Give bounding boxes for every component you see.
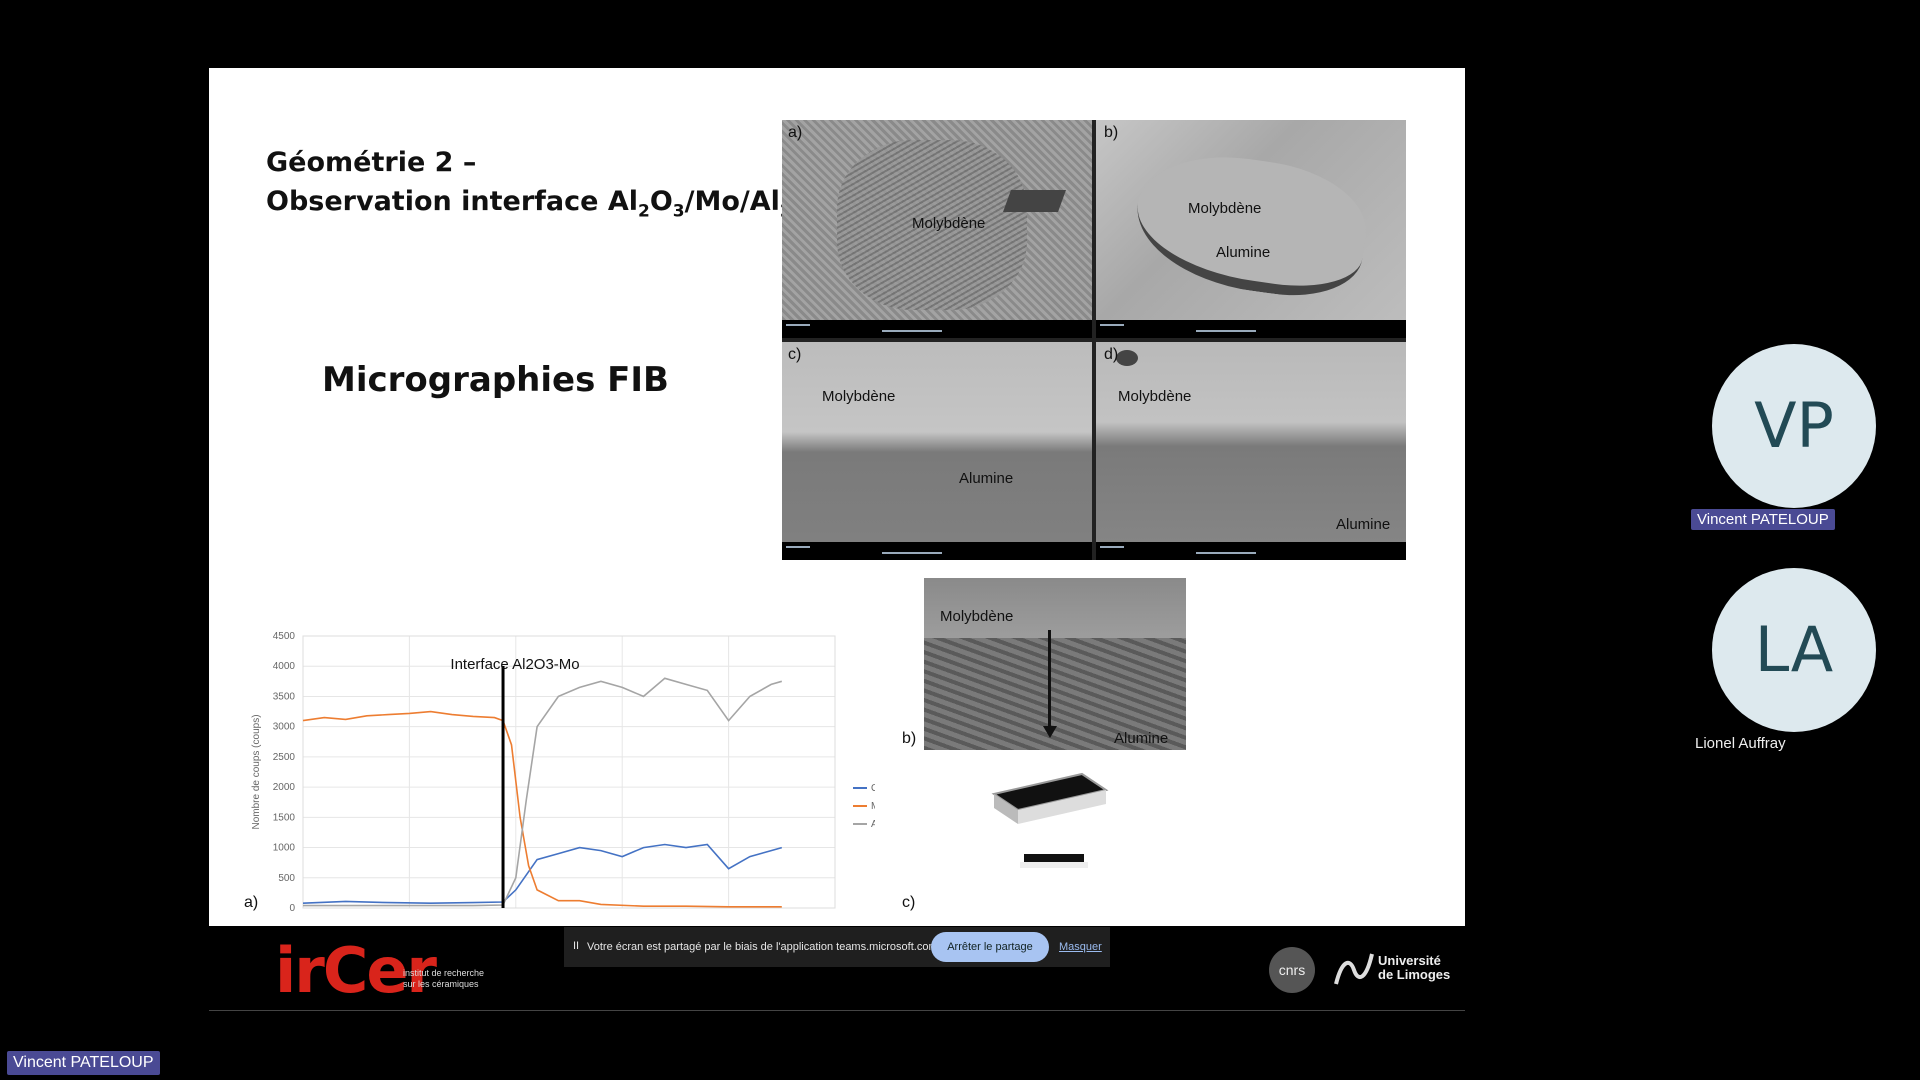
y-tick-label: 3500 — [273, 691, 296, 702]
micrograph-c: c) Molybdène Alumine — [782, 342, 1092, 560]
presenter-name-tag: Vincent PATELOUP — [7, 1051, 160, 1075]
sample-panel-label: c) — [902, 894, 916, 911]
y-tick-label: 1000 — [273, 843, 296, 854]
sem-bottom-text: Alumine — [1114, 730, 1169, 747]
micrograph-text: Alumine — [1336, 516, 1391, 533]
chart-panel-label: a) — [244, 894, 259, 911]
unilim-mark-icon — [1334, 953, 1374, 985]
ircer-subtitle: institut de recherche sur les céramiques — [403, 968, 485, 989]
pause-icon[interactable]: II — [573, 940, 579, 952]
micrograph-text: Molybdène — [822, 388, 896, 405]
sem-cross-section: Molybdène Alumine — [924, 578, 1186, 750]
micrograph-text: Molybdène — [1118, 388, 1192, 405]
y-axis-label: Nombre de coups (coups) — [251, 714, 262, 829]
y-tick-label: 4000 — [273, 661, 296, 672]
title-line2: Observation interface Al2O3/Mo/Al2O3 — [266, 186, 827, 222]
slide-subtitle: Micrographies FIB — [322, 360, 669, 400]
cnrs-logo: cnrs — [1269, 947, 1315, 993]
micrograph-text: Alumine — [1216, 244, 1271, 261]
profile-chart: 0500100015002000250030003500400045000510… — [235, 558, 885, 926]
micrograph-label: a) — [788, 124, 803, 141]
avatar[interactable]: VP — [1712, 344, 1876, 508]
micrograph-label: c) — [788, 346, 802, 363]
sample-block-icon — [991, 772, 1109, 868]
avatar[interactable]: LA — [1712, 568, 1876, 732]
micrograph-text: Alumine — [959, 470, 1014, 487]
profile-chart-svg: 0500100015002000250030003500400045000510… — [251, 631, 885, 926]
y-tick-label: 0 — [289, 903, 295, 914]
y-tick-label: 1500 — [273, 812, 296, 823]
chart-title: Interface Al2O3-Mo — [450, 656, 579, 673]
title-line1: Géométrie 2 – — [266, 147, 477, 178]
hide-link[interactable]: Masquer — [1059, 941, 1102, 953]
legend-entry: Al — [871, 819, 875, 830]
y-tick-label: 3000 — [273, 722, 296, 733]
legend-entry: O — [871, 783, 875, 794]
micrograph-d: d) Molybdène Alumine — [1096, 342, 1406, 560]
micrograph-text: Molybdène — [912, 215, 986, 232]
sem-panel-label: b) — [902, 730, 917, 747]
micrograph-a: a) Molybdène — [782, 120, 1092, 338]
legend-entry: Mo — [871, 801, 875, 812]
screen-share-bar: II Votre écran est partagé par le biais … — [564, 927, 1110, 967]
y-tick-label: 500 — [278, 873, 295, 884]
y-tick-label: 4500 — [273, 631, 296, 642]
fib-micrograph-grid: a) Molybdène b) Molybdène Alumine c) Mol… — [782, 120, 1406, 560]
series-line-al — [303, 677, 783, 907]
slide-title: Géométrie 2 – Observation interface Al2O… — [266, 143, 827, 231]
participant-name-tag: Vincent PATELOUP — [1691, 509, 1835, 530]
y-tick-label: 2000 — [273, 782, 296, 793]
participant-name-tag: Lionel Auffray — [1695, 735, 1786, 752]
series-line-o — [302, 843, 783, 905]
sem-top-text: Molybdène — [940, 608, 1014, 625]
shared-slide: Géométrie 2 – Observation interface Al2O… — [209, 68, 1465, 926]
stop-sharing-button[interactable]: Arrêter le partage — [931, 932, 1049, 962]
unilim-text: Université de Limoges — [1378, 953, 1451, 982]
micrograph-label: b) — [1104, 124, 1119, 141]
share-message: Votre écran est partagé par le biais de … — [587, 941, 941, 953]
plot-frame — [302, 635, 836, 909]
y-tick-label: 2500 — [273, 752, 296, 763]
micrograph-label: d) — [1104, 346, 1119, 363]
footer-divider — [209, 1010, 1465, 1011]
micrograph-b: b) Molybdène Alumine — [1096, 120, 1406, 338]
universite-limoges-logo: Université de Limoges — [1332, 950, 1452, 990]
micrograph-text: Molybdène — [1188, 200, 1262, 217]
